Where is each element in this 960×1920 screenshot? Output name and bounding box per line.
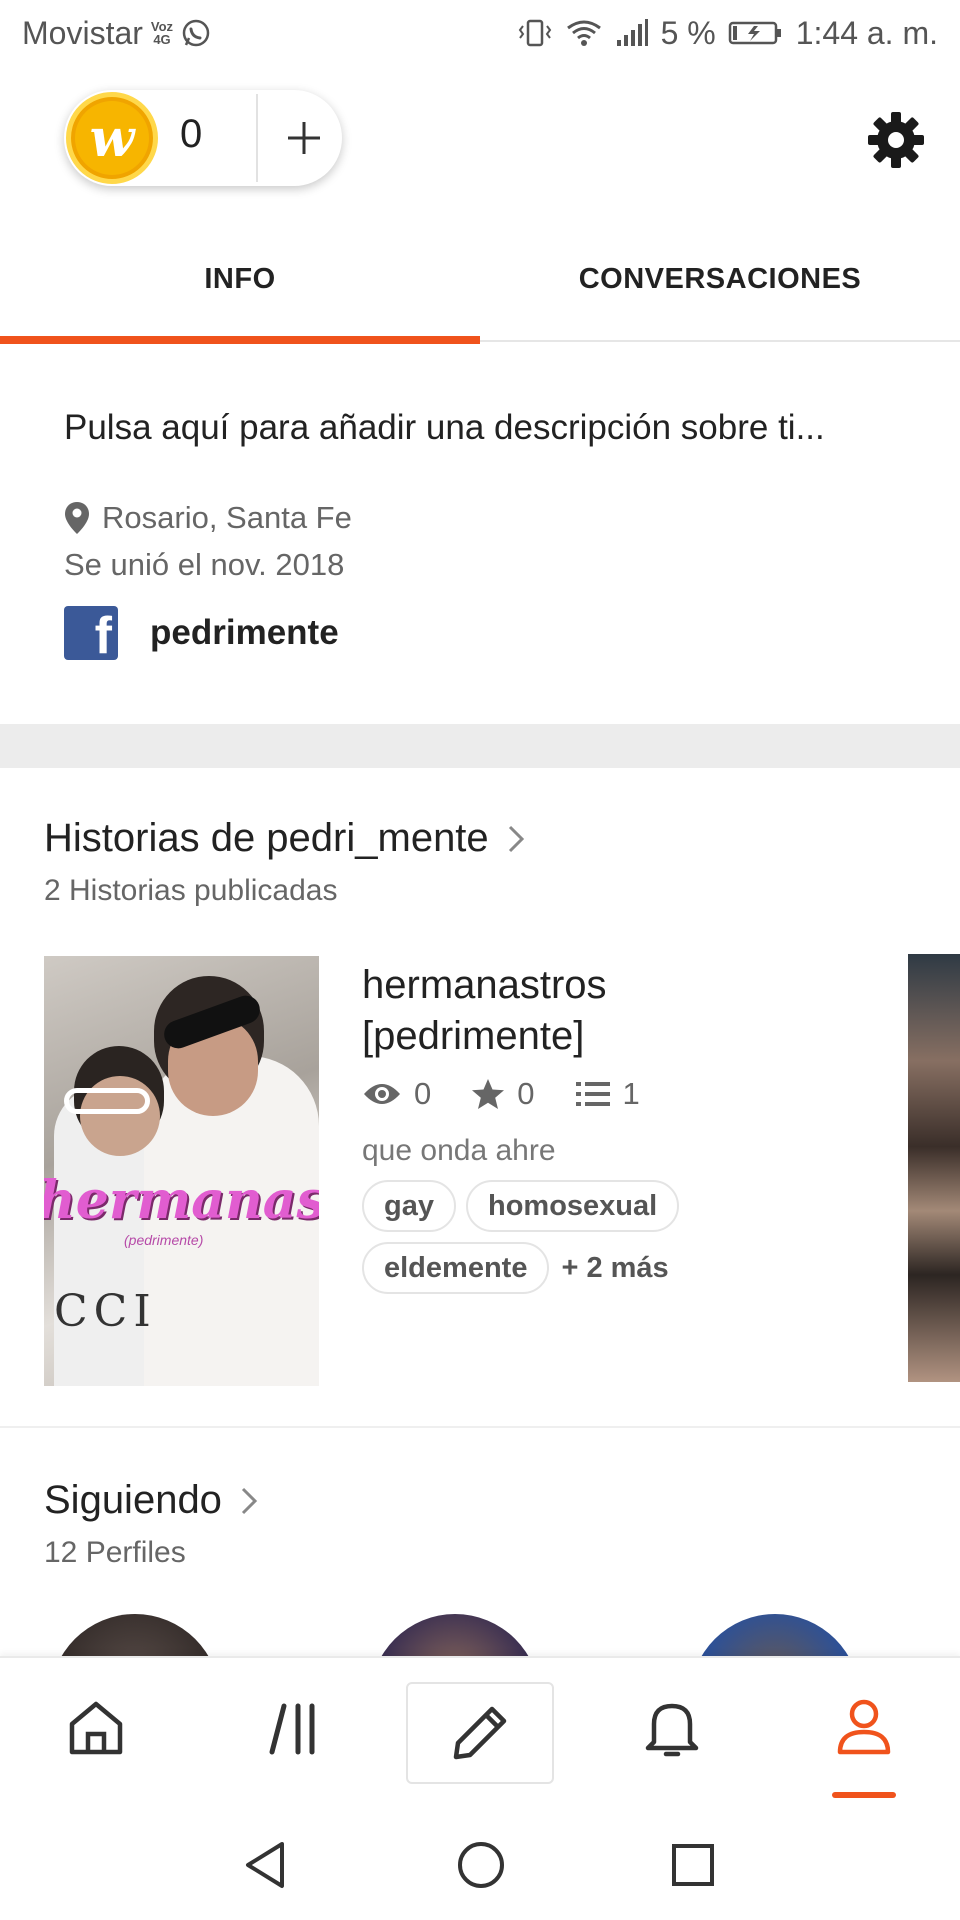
status-bar: Movistar Voz 4G 5 % 1:44 a. m.	[0, 0, 960, 66]
tab-conversations[interactable]: CONVERSACIONES	[480, 216, 960, 342]
back-icon	[246, 1842, 284, 1888]
status-left: Movistar Voz 4G	[22, 15, 211, 52]
story-tags: gay homosexual eldemente + 2 más	[362, 1180, 742, 1294]
nav-library[interactable]	[242, 1688, 342, 1768]
star-icon	[472, 1079, 505, 1109]
coin-logo-letter: w	[89, 107, 135, 169]
cover-title: hermanastros	[44, 1170, 319, 1231]
home-circle-icon	[458, 1842, 504, 1888]
stories-count: 2 Historias publicadas	[44, 874, 338, 907]
library-icon	[269, 1703, 315, 1755]
facebook-icon: f	[64, 606, 118, 660]
story-description: que onda ahre	[362, 1134, 556, 1167]
profile-info: Pulsa aquí para añadir una descripción s…	[0, 344, 960, 724]
next-story-cover[interactable]	[908, 954, 960, 1382]
votes-count: 0	[517, 1076, 535, 1111]
coin-wallet[interactable]: w 0	[64, 90, 342, 186]
following-section-title: Siguiendo	[44, 1478, 222, 1522]
coin-icon: w	[66, 92, 158, 184]
system-navigation	[0, 1804, 960, 1920]
plus-icon	[288, 122, 320, 154]
nav-home[interactable]	[46, 1688, 146, 1768]
section-divider	[0, 724, 960, 768]
system-home-button[interactable]	[456, 1840, 506, 1890]
coin-divider	[256, 94, 258, 182]
description-prompt[interactable]: Pulsa aquí para añadir una descripción s…	[64, 408, 825, 448]
coin-count: 0	[180, 112, 203, 156]
chevron-right-icon	[508, 825, 524, 852]
status-right: 5 % 1:44 a. m.	[517, 15, 938, 52]
clock: 1:44 a. m.	[795, 14, 938, 51]
tag-chip[interactable]: homosexual	[465, 1180, 680, 1232]
add-coins-button[interactable]	[278, 98, 330, 178]
tag-chip[interactable]: eldemente	[362, 1242, 550, 1294]
location-row: Rosario, Santa Fe	[64, 500, 352, 536]
tab-info[interactable]: INFO	[0, 216, 480, 344]
votes-stat: 0	[471, 1076, 535, 1112]
following-count: 12 Perfiles	[44, 1536, 186, 1569]
stories-section-header[interactable]: Historias de pedri_mente	[44, 816, 525, 861]
home-icon	[69, 1701, 123, 1755]
write-icon	[453, 1706, 507, 1760]
eye-icon	[364, 1084, 400, 1104]
battery-charging-icon	[728, 18, 784, 48]
views-stat: 0	[362, 1076, 431, 1112]
system-recents-button[interactable]	[668, 1840, 718, 1890]
parts-stat: 1	[575, 1076, 640, 1112]
profile-header: w 0	[0, 66, 960, 216]
nav-write[interactable]	[406, 1682, 554, 1784]
cover-subtitle: (pedrimente)	[124, 1232, 204, 1248]
carrier-label: Movistar	[22, 14, 143, 51]
profile-icon	[837, 1699, 891, 1755]
battery-percent: 5 %	[660, 14, 716, 51]
parts-count: 1	[622, 1076, 640, 1111]
tab-info-label: INFO	[204, 262, 276, 295]
tag-chip[interactable]: gay	[362, 1180, 456, 1232]
avatar[interactable]	[50, 1614, 220, 1660]
settings-button[interactable]	[866, 110, 926, 170]
more-tags-link[interactable]: + 2 más	[561, 1252, 668, 1285]
story-cover[interactable]: hermanastros (pedrimente) CCI	[44, 956, 319, 1386]
avatar[interactable]	[370, 1614, 540, 1660]
recents-icon	[672, 1844, 714, 1886]
facebook-link[interactable]: f pedrimente	[64, 606, 339, 660]
nav-notifications[interactable]	[622, 1688, 722, 1768]
cover-logo-text: CCI	[54, 1286, 157, 1337]
joined-date: Se unió el nov. 2018	[64, 547, 345, 582]
network-badge: Voz 4G	[151, 20, 173, 46]
vibrate-icon	[517, 18, 553, 48]
location-text: Rosario, Santa Fe	[102, 500, 352, 535]
avatar[interactable]	[690, 1614, 860, 1660]
notifications-icon	[645, 1703, 699, 1757]
stories-section-title: Historias de pedri_mente	[44, 816, 489, 860]
network-badge-bottom: 4G	[153, 32, 171, 47]
whatsapp-icon	[181, 18, 211, 48]
location-pin-icon	[65, 502, 89, 534]
story-stats: 0 0 1	[362, 1076, 662, 1112]
following-section: Siguiendo 12 Perfiles	[0, 1430, 960, 1660]
list-icon	[575, 1082, 610, 1106]
nav-active-indicator	[832, 1792, 896, 1798]
nav-profile[interactable]	[814, 1688, 914, 1768]
story-title[interactable]: hermanastros [pedrimente]	[362, 960, 702, 1062]
profile-tabs: INFO CONVERSACIONES	[0, 216, 960, 344]
tab-conversations-label: CONVERSACIONES	[578, 262, 862, 295]
chevron-right-icon	[241, 1487, 258, 1514]
facebook-name: pedrimente	[150, 613, 339, 652]
cover-glasses-white	[64, 1088, 150, 1114]
bottom-navigation	[0, 1656, 960, 1804]
gear-icon	[868, 112, 924, 168]
views-count: 0	[414, 1076, 432, 1111]
stories-section: Historias de pedri_mente 2 Historias pub…	[0, 768, 960, 1428]
following-section-header[interactable]: Siguiendo	[44, 1478, 258, 1523]
signal-icon	[615, 18, 649, 48]
wifi-icon	[565, 18, 603, 48]
system-back-button[interactable]	[242, 1840, 292, 1890]
